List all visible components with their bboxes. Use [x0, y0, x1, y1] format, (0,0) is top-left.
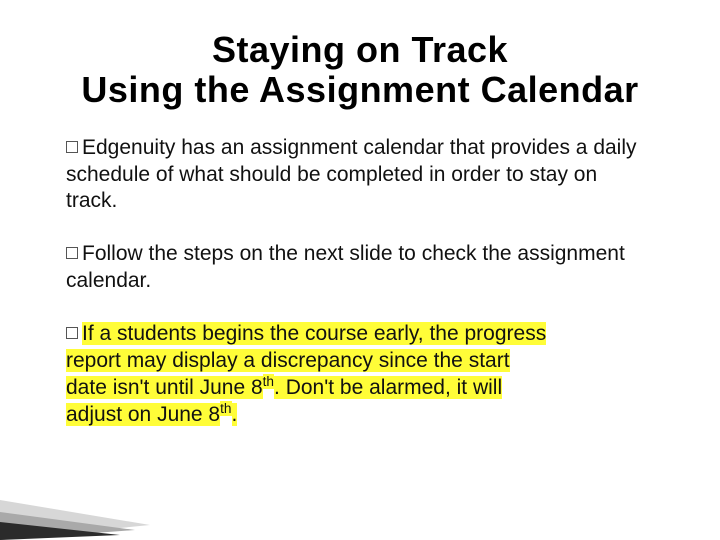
checkbox-icon	[66, 247, 78, 259]
bullet-3-line3b: . Don't be alarmed, it will	[274, 376, 502, 399]
bullet-3-line4a: adjust on June 8	[66, 403, 220, 426]
title-line-1: Staying on Track	[212, 29, 508, 70]
slide: Staying on Track Using the Assignment Ca…	[0, 0, 720, 540]
corner-accent-icon	[0, 460, 200, 540]
checkbox-icon	[66, 327, 78, 339]
bullet-3: If a students begins the course early, t…	[66, 321, 654, 429]
bullet-3-line1: If a students begins the course early, t…	[82, 322, 546, 345]
slide-title: Staying on Track Using the Assignment Ca…	[60, 30, 660, 111]
bullet-3-line4b: .	[232, 403, 238, 426]
bullet-2-text: Follow the steps on the next slide to ch…	[66, 242, 625, 292]
bullet-1-text: Edgenuity has an assignment calendar tha…	[66, 136, 637, 213]
bullet-2: Follow the steps on the next slide to ch…	[66, 241, 654, 295]
superscript-th: th	[220, 401, 231, 416]
title-line-2: Using the Assignment Calendar	[81, 69, 638, 110]
bullet-3-line2: report may display a discrepancy since t…	[66, 349, 510, 372]
superscript-th: th	[263, 374, 274, 389]
bullet-3-line3a: date isn't until June 8	[66, 376, 263, 399]
bullet-list: Edgenuity has an assignment calendar tha…	[60, 135, 660, 429]
checkbox-icon	[66, 141, 78, 153]
bullet-1: Edgenuity has an assignment calendar tha…	[66, 135, 654, 216]
